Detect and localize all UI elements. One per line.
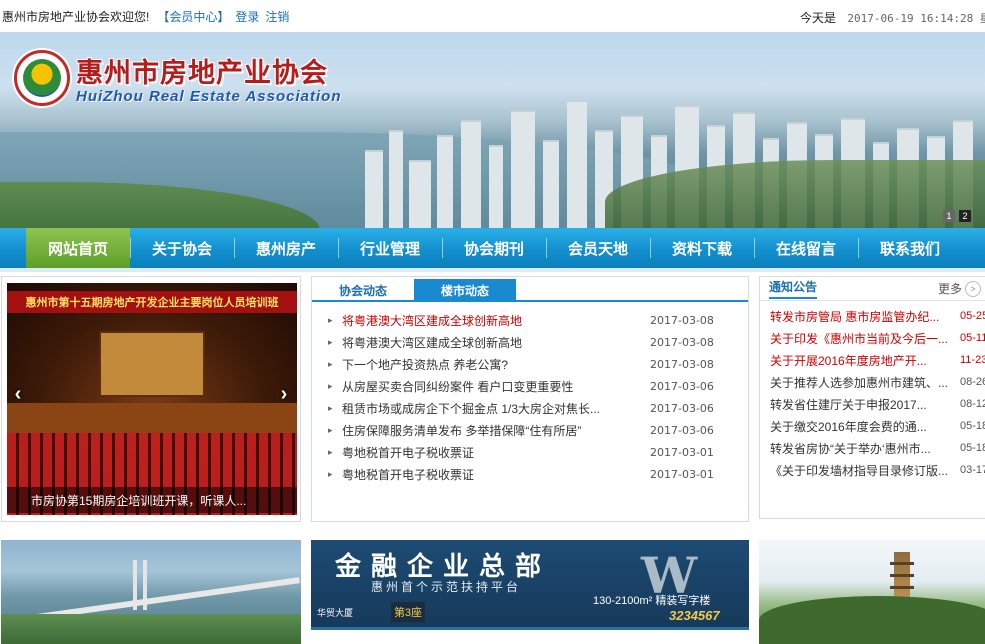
- notice-title: 通知公告: [769, 278, 818, 299]
- login-link[interactable]: 登录: [235, 8, 259, 25]
- main-nav: 网站首页 关于协会 惠州房产 行业管理 协会期刊 会员天地 资料下载 在线留言 …: [0, 228, 985, 268]
- ad-building-number: 第3座: [391, 602, 425, 622]
- news-panel: 协会动态 楼市动态 将粤港澳大湾区建成全球创新高地2017-03-08 将粤港澳…: [311, 276, 749, 522]
- tab-association-news[interactable]: 协会动态: [312, 279, 414, 302]
- nav-contact[interactable]: 联系我们: [858, 228, 962, 268]
- header-banner: 惠州市房地产业协会 HuiZhou Real Estate Associatio…: [0, 32, 985, 228]
- top-bar: 惠州市房地产业协会欢迎您! 【会员中心】 登录 注销 今天是 2017-06-1…: [0, 0, 985, 32]
- nav-downloads[interactable]: 资料下载: [650, 228, 754, 268]
- tab-market-news[interactable]: 楼市动态: [414, 279, 516, 302]
- nav-huizhou-property[interactable]: 惠州房产: [234, 228, 338, 268]
- site-logo[interactable]: 惠州市房地产业协会 HuiZhou Real Estate Associatio…: [14, 50, 342, 106]
- list-item[interactable]: 转发省房协“关于举办‘惠州市...05-18: [760, 437, 985, 459]
- slider-prev-icon[interactable]: ‹: [8, 382, 28, 406]
- slider-next-icon[interactable]: ›: [274, 382, 294, 406]
- list-item[interactable]: 关于缴交2016年度会费的通...05-18: [760, 415, 985, 437]
- list-item[interactable]: 从房屋买卖合同纠纷案件 看户口变更重要性2017-03-06: [328, 375, 746, 397]
- list-item[interactable]: 将粤港澳大湾区建成全球创新高地2017-03-08: [328, 309, 746, 331]
- ad-area-text: 130-2100m² 精装写字楼: [593, 595, 711, 607]
- list-item[interactable]: 粤地税首开电子税收票证2017-03-01: [328, 463, 746, 485]
- stage-floor: [7, 403, 297, 433]
- list-item[interactable]: 关于开展2016年度房地产开... 11-23: [760, 349, 985, 371]
- chevron-right-icon[interactable]: >: [965, 281, 981, 297]
- list-item[interactable]: 粤地税首开电子税收票证2017-03-01: [328, 441, 746, 463]
- slider-photo[interactable]: 惠州市第十五期房地产开发企业主要岗位人员培训班: [7, 283, 297, 515]
- bridge-photo[interactable]: [1, 540, 301, 644]
- ad-phone: 3234567: [669, 608, 720, 623]
- list-item[interactable]: 转发市房管局 惠市房监管办纪...05-25: [760, 305, 985, 327]
- date-display: 今天是 2017-06-19 16:14:28 星期: [800, 9, 985, 26]
- ad-subline: 惠州首个示范扶持平台: [371, 580, 522, 594]
- news-list: 将粤港澳大湾区建成全球创新高地2017-03-08 将粤港澳大湾区建成全球创新高…: [328, 309, 746, 485]
- slide-dot-1[interactable]: 1: [943, 210, 955, 222]
- association-seal-icon: [14, 50, 70, 106]
- nav-about[interactable]: 关于协会: [130, 228, 234, 268]
- banner-slide-dots: 1 2: [943, 210, 971, 222]
- photo-slider: 惠州市第十五期房地产开发企业主要岗位人员培训班 ‹ › 市房协第15期房企培训班…: [1, 276, 301, 522]
- logout-link[interactable]: 注销: [265, 8, 289, 25]
- datetime-value: 2017-06-19 16:14:28 星期: [847, 12, 985, 25]
- notice-header: 通知公告 更多 >: [760, 277, 985, 301]
- pagoda-photo[interactable]: [759, 540, 985, 644]
- stage-screen: [99, 331, 205, 397]
- list-item[interactable]: 关于印发《惠州市当前及今后一... 05-11: [760, 327, 985, 349]
- list-item[interactable]: 住房保障服务清单发布 多举措保障“住有所居”2017-03-06: [328, 419, 746, 441]
- list-item[interactable]: 下一个地产投资热点 养老公寓?2017-03-08: [328, 353, 746, 375]
- banner-city-skyline: [345, 80, 985, 228]
- ad-banner-finance-hq[interactable]: 金融企业总部 惠州首个示范扶持平台 W 130-2100m² 精装写字楼 323…: [311, 540, 749, 630]
- member-center-link[interactable]: 【会员中心】: [157, 8, 229, 25]
- today-label: 今天是: [800, 11, 837, 25]
- list-item[interactable]: 将粤港澳大湾区建成全球创新高地2017-03-08: [328, 331, 746, 353]
- nav-members[interactable]: 会员天地: [546, 228, 650, 268]
- notice-list: 转发市房管局 惠市房监管办纪...05-25 关于印发《惠州市当前及今后一...…: [760, 301, 985, 481]
- nav-underline-strip: [0, 268, 985, 272]
- nav-journal[interactable]: 协会期刊: [442, 228, 546, 268]
- welcome-text: 惠州市房地产业协会欢迎您!: [2, 9, 150, 24]
- notice-more-link[interactable]: 更多: [938, 280, 962, 297]
- nav-home[interactable]: 网站首页: [26, 228, 130, 268]
- list-item[interactable]: 关于推荐人选参加惠州市建筑、...08-26: [760, 371, 985, 393]
- list-item[interactable]: 《关于印发墙材指导目录修订版...03-17: [760, 459, 985, 481]
- notice-panel: 通知公告 更多 > 转发市房管局 惠市房监管办纪...05-25 关于印发《惠州…: [759, 276, 985, 519]
- nav-message[interactable]: 在线留言: [754, 228, 858, 268]
- logo-title-en: HuiZhou Real Estate Association: [76, 88, 342, 105]
- logo-title-cn: 惠州市房地产业协会: [76, 58, 328, 89]
- ad-brand: 华贸大厦: [317, 608, 354, 618]
- nav-industry-management[interactable]: 行业管理: [338, 228, 442, 268]
- slide-dot-2[interactable]: 2: [959, 210, 971, 222]
- training-banner-text: 惠州市第十五期房地产开发企业主要岗位人员培训班: [7, 291, 297, 313]
- news-tabs: 协会动态 楼市动态: [312, 277, 748, 302]
- slider-caption[interactable]: 市房协第15期房企培训班开课，听课人...: [7, 487, 297, 513]
- list-item[interactable]: 转发省住建厅关于申报2017...08-12: [760, 393, 985, 415]
- list-item[interactable]: 租赁市场或成房企下个掘金点 1/3大房企对焦长...2017-03-06: [328, 397, 746, 419]
